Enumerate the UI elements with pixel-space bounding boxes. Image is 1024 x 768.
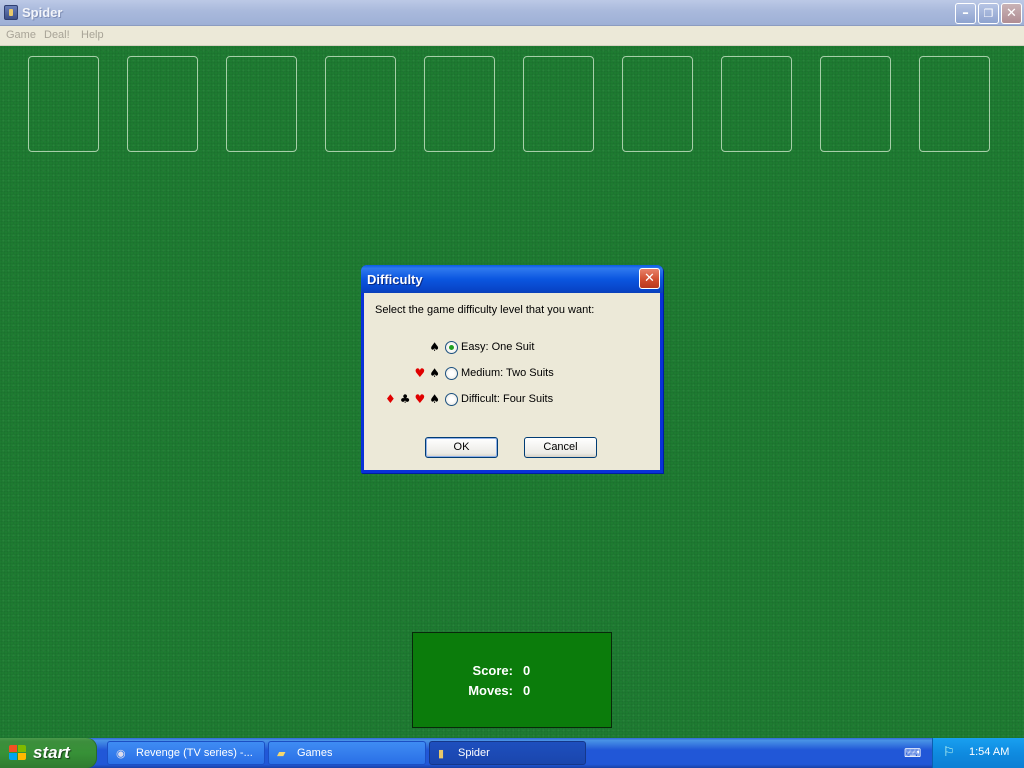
tableau-slot[interactable] [919,56,990,152]
tableau-slot[interactable] [622,56,693,152]
minimize-icon: – [962,6,969,21]
suit-icons: ♠ [429,340,444,354]
close-icon: ✕ [644,271,655,286]
spade-icon: ♠ [429,340,444,354]
close-icon: ✕ [1006,6,1017,21]
difficulty-option-difficult[interactable]: ♦♣♥♠ Difficult: Four Suits [364,392,660,408]
tableau-slot[interactable] [127,56,198,152]
taskbar-item-label: Games [297,747,333,759]
difficulty-option-medium[interactable]: ♥♠ Medium: Two Suits [364,366,660,382]
radio-easy[interactable] [445,341,458,354]
tableau-slot[interactable] [424,56,495,152]
tableau-slot[interactable] [325,56,396,152]
difficulty-dialog: Difficulty ✕ Select the game difficulty … [361,265,663,473]
menu-game[interactable]: Game [6,29,36,41]
clock[interactable]: 1:54 AM [969,746,1009,758]
diamond-icon: ♦ [384,392,400,406]
window-title-bar[interactable]: Spider – ❐ ✕ [0,0,1024,26]
browser-icon: ◉ [116,747,126,760]
dialog-close-button[interactable]: ✕ [639,268,660,289]
ok-button[interactable]: OK [425,437,498,458]
start-button[interactable]: start [0,738,97,768]
difficulty-option-easy[interactable]: ♠ Easy: One Suit [364,340,660,356]
heart-icon: ♥ [414,392,430,406]
score-value: 0 [523,663,531,678]
suit-icons: ♦♣♥♠ [385,392,444,406]
suit-icons: ♥♠ [414,366,444,380]
window-title: Spider [22,5,63,20]
menu-bar: Game Deal! Help [0,26,1024,46]
heart-icon: ♥ [414,366,430,380]
score-panel[interactable]: Score: 0 Moves: 0 [412,632,612,728]
spider-app-icon [4,5,18,20]
spider-app-icon: ▮ [438,747,445,760]
cancel-button[interactable]: Cancel [524,437,597,458]
club-icon: ♣ [399,392,415,406]
network-icon[interactable]: ⚐ [943,745,959,761]
option-label: Difficult: Four Suits [461,393,554,405]
taskbar-item-label: Revenge (TV series) -... [136,747,253,759]
moves-value: 0 [523,683,531,698]
system-tray: ⚐ 1:54 AM [932,738,1024,768]
tableau-slot[interactable] [28,56,99,152]
spade-icon: ♠ [429,392,444,406]
taskbar-item-spider[interactable]: ▮ Spider [429,741,586,765]
tableau-slot[interactable] [523,56,594,152]
restore-icon: ❐ [983,7,994,20]
radio-medium[interactable] [445,367,458,380]
start-label: start [33,743,70,762]
spade-icon: ♠ [429,366,444,380]
taskbar: start ◉ Revenge (TV series) -... ▰ Games… [0,738,1024,768]
menu-help[interactable]: Help [81,29,104,41]
score-label: Score: [472,663,513,678]
moves-label: Moves: [468,683,513,698]
radio-difficult[interactable] [445,393,458,406]
menu-deal[interactable]: Deal! [44,29,70,41]
taskbar-item-label: Spider [458,747,490,759]
dialog-title: Difficulty [367,272,423,287]
folder-icon: ▰ [277,747,286,760]
tableau-slot[interactable] [820,56,891,152]
option-label: Medium: Two Suits [461,367,554,379]
taskbar-item-games[interactable]: ▰ Games [268,741,426,765]
taskbar-item-revenge[interactable]: ◉ Revenge (TV series) -... [107,741,265,765]
minimize-button[interactable]: – [955,3,976,24]
tableau-slot[interactable] [721,56,792,152]
windows-logo-icon [9,745,27,761]
dialog-prompt: Select the game difficulty level that yo… [375,304,595,316]
option-label: Easy: One Suit [461,341,535,353]
tableau-slot[interactable] [226,56,297,152]
close-window-button[interactable]: ✕ [1001,3,1022,24]
dialog-title-bar[interactable]: Difficulty ✕ [361,265,663,293]
restore-button[interactable]: ❐ [978,3,999,24]
keyboard-icon[interactable]: ⌨ [904,746,921,760]
